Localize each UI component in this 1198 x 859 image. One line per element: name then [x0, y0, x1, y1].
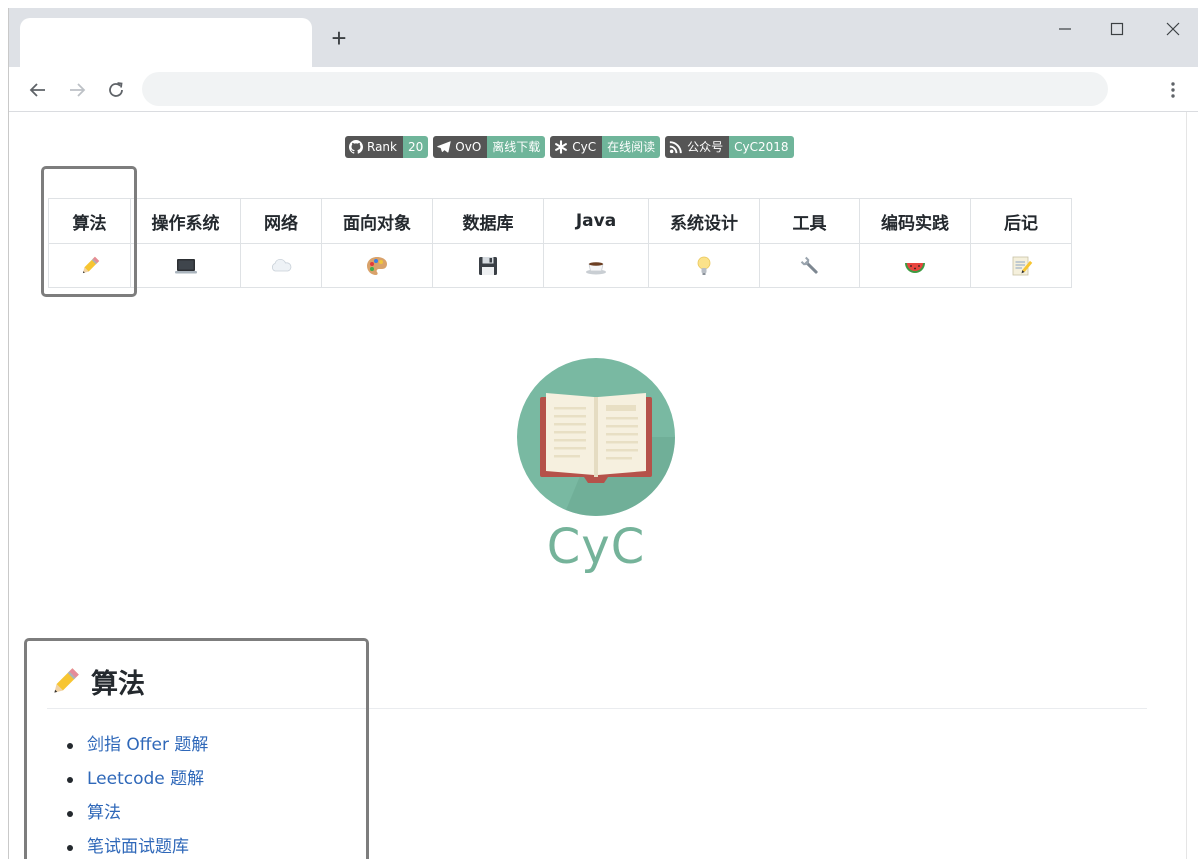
address-bar[interactable] — [142, 72, 1108, 106]
category-icon-cell[interactable] — [859, 243, 971, 288]
scrollbar[interactable] — [1186, 112, 1198, 859]
category-icon-cell[interactable] — [759, 243, 860, 288]
back-button[interactable] — [23, 75, 53, 105]
telegram-icon — [437, 141, 451, 153]
lightbulb-icon — [697, 256, 711, 275]
category-icon-cell[interactable] — [240, 243, 322, 288]
category-icon-row — [48, 243, 1072, 288]
category-header[interactable]: 编码实践 — [859, 198, 971, 244]
memo-icon — [1012, 256, 1033, 275]
category-table: 算法 操作系统 网络 面向对象 数据库 Java 系统设计 工具 编码实践 后记 — [48, 198, 1072, 288]
badge-ovo-left: OvO — [433, 136, 488, 158]
rss-icon — [669, 141, 682, 154]
maximize-icon — [1110, 22, 1124, 36]
close-icon — [1166, 22, 1180, 36]
category-header[interactable]: 数据库 — [432, 198, 544, 244]
badge-ovo-label: OvO — [455, 140, 482, 154]
category-header[interactable]: 网络 — [240, 198, 322, 244]
badge-row: Rank 20 OvO 离线下载 CyC 在线阅读 公众号 CyC2018 — [345, 136, 794, 158]
minimize-button[interactable] — [1045, 14, 1085, 44]
floppy-disk-icon — [479, 256, 497, 275]
browser-tab[interactable] — [20, 18, 312, 67]
category-icon-cell[interactable] — [321, 243, 433, 288]
badge-cyc-value: 在线阅读 — [602, 136, 661, 158]
badge-wechat-value: CyC2018 — [729, 136, 794, 158]
category-header-row: 算法 操作系统 网络 面向对象 数据库 Java 系统设计 工具 编码实践 后记 — [48, 198, 1072, 244]
palette-icon — [367, 256, 387, 275]
browser-menu-button[interactable] — [1161, 77, 1185, 103]
cyc-logo — [516, 357, 676, 522]
badge-rank[interactable]: Rank 20 — [345, 136, 429, 158]
badge-wechat[interactable]: 公众号 CyC2018 — [665, 136, 794, 158]
badge-cyc-label: CyC — [572, 140, 597, 154]
badge-wechat-left: 公众号 — [665, 136, 730, 158]
category-icon-cell[interactable] — [543, 243, 649, 288]
watermelon-icon — [905, 262, 925, 273]
category-header[interactable]: 系统设计 — [648, 198, 760, 244]
browser-window: + Rank 20 OvO 离线下载 CyC 在线阅读 公众号 CyC2018 … — [8, 8, 1198, 859]
badge-rank-value: 20 — [402, 136, 429, 158]
github-icon — [349, 140, 363, 154]
wrench-icon — [800, 256, 818, 274]
tab-strip: + — [9, 8, 1198, 67]
coffee-icon — [586, 261, 606, 274]
reload-icon — [109, 82, 123, 97]
badge-wechat-label: 公众号 — [687, 140, 724, 154]
reload-button[interactable] — [101, 75, 131, 105]
laptop-icon — [174, 258, 197, 273]
logo-text: CyC — [546, 519, 646, 575]
badge-rank-label: Rank — [367, 140, 397, 154]
category-header[interactable]: 工具 — [759, 198, 860, 244]
open-book-icon — [517, 358, 675, 516]
highlight-box-section — [24, 638, 369, 859]
category-header[interactable]: 后记 — [970, 198, 1072, 244]
more-vertical-icon — [1171, 82, 1175, 98]
forward-button[interactable] — [62, 75, 92, 105]
badge-cyc-left: CyC — [550, 136, 603, 158]
badge-rank-left: Rank — [345, 136, 403, 158]
highlight-box-category — [41, 166, 137, 297]
close-button[interactable] — [1153, 14, 1193, 44]
badge-cyc[interactable]: CyC 在线阅读 — [550, 136, 661, 158]
cloud-icon — [272, 258, 292, 271]
category-icon-cell[interactable] — [130, 243, 241, 288]
browser-toolbar — [9, 67, 1198, 112]
category-icon-cell[interactable] — [648, 243, 760, 288]
badge-ovo[interactable]: OvO 离线下载 — [433, 136, 546, 158]
category-icon-cell[interactable] — [432, 243, 544, 288]
page-content: Rank 20 OvO 离线下载 CyC 在线阅读 公众号 CyC2018 算法… — [9, 112, 1186, 859]
maximize-button[interactable] — [1097, 14, 1137, 44]
category-icon-cell[interactable] — [970, 243, 1072, 288]
minimize-icon — [1059, 28, 1071, 30]
asterisk-icon — [555, 140, 568, 154]
category-header[interactable]: 面向对象 — [321, 198, 433, 244]
category-header[interactable]: Java — [543, 198, 649, 244]
arrow-left-icon — [29, 83, 45, 97]
new-tab-button[interactable]: + — [325, 24, 353, 52]
category-header[interactable]: 操作系统 — [130, 198, 241, 244]
badge-ovo-value: 离线下载 — [487, 136, 546, 158]
arrow-right-icon — [70, 83, 86, 97]
